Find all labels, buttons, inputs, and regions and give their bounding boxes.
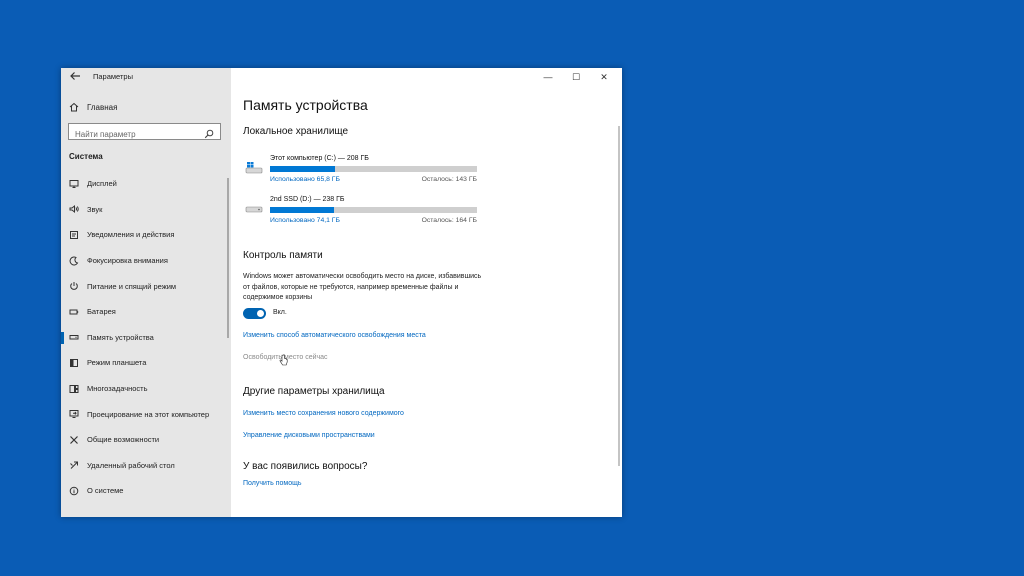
drive-used-label: Использовано 65,8 ГБ [270, 176, 340, 183]
back-arrow-icon[interactable] [69, 70, 83, 84]
drive-usage-bar [270, 207, 477, 213]
sidebar-item-label: Звук [87, 204, 103, 214]
sidebar-item-projecting[interactable]: Проецирование на этот компьютер [61, 401, 231, 427]
sidebar: Параметры Главная Система Дисплей Звук [61, 68, 231, 517]
storage-sense-toggle[interactable] [243, 308, 266, 319]
drive-free-label: Осталось: 143 ГБ [421, 176, 477, 183]
sidebar-item-home[interactable]: Главная [69, 99, 117, 115]
drive-used-label: Использовано 74,1 ГБ [270, 217, 340, 224]
sidebar-item-label: Общие возможности [87, 435, 160, 445]
window-controls: — ☐ ✕ [534, 68, 618, 86]
sound-icon [69, 204, 79, 214]
battery-icon [69, 307, 79, 317]
minimize-button[interactable]: — [534, 68, 562, 86]
section-title-local-storage: Локальное хранилище [243, 126, 349, 137]
home-icon [69, 102, 79, 112]
about-icon [69, 486, 79, 496]
drive-usage-fill [270, 166, 336, 172]
sidebar-item-label: Многозадачность [87, 384, 148, 394]
system-drive-icon [245, 161, 263, 180]
shared-experiences-icon [69, 435, 79, 445]
content-pane: — ☐ ✕ Память устройства Локальное хранил… [231, 68, 622, 517]
sidebar-item-label: Проецирование на этот компьютер [87, 409, 210, 419]
drive-c[interactable]: Этот компьютер (C:) — 208 ГБ Использован… [243, 155, 483, 191]
get-help-link[interactable]: Получить помощь [243, 480, 302, 487]
notifications-icon [69, 230, 79, 240]
sidebar-item-about[interactable]: О системе [61, 478, 231, 504]
maximize-button[interactable]: ☐ [562, 68, 590, 86]
change-cleanup-link[interactable]: Изменить способ автоматического освобожд… [243, 332, 426, 339]
change-save-location-link[interactable]: Изменить место сохранения нового содержи… [243, 410, 404, 417]
storage-sense-description: Windows может автоматически освободить м… [243, 273, 482, 301]
sidebar-item-shared[interactable]: Общие возможности [61, 427, 231, 453]
sidebar-item-power[interactable]: Питание и спящий режим [61, 273, 231, 299]
sidebar-item-label: Питание и спящий режим [87, 281, 177, 291]
remote-desktop-icon [69, 460, 79, 470]
search-icon[interactable] [204, 126, 214, 144]
sidebar-item-remote[interactable]: Удаленный рабочий стол [61, 453, 231, 479]
drive-usage-bar [270, 166, 477, 172]
storage-icon [69, 332, 79, 342]
hand-cursor-icon [279, 353, 288, 371]
page-title: Память устройства [243, 97, 368, 113]
sidebar-item-storage[interactable]: Память устройства [61, 325, 231, 351]
drive-name: Этот компьютер (C:) — 208 ГБ [270, 155, 369, 162]
sidebar-item-label: Дисплей [87, 179, 117, 189]
search-box [68, 123, 221, 142]
display-icon [69, 179, 79, 189]
sidebar-item-tablet[interactable]: Режим планшета [61, 350, 231, 376]
drive-icon [245, 202, 263, 221]
projecting-icon [69, 409, 79, 419]
close-button[interactable]: ✕ [590, 68, 618, 86]
toggle-knob [257, 310, 264, 317]
drive-free-label: Осталось: 164 ГБ [421, 217, 477, 224]
titlebar-left: Параметры [61, 68, 231, 86]
sidebar-item-label: О системе [87, 486, 124, 496]
drive-name: 2nd SSD (D:) — 238 ГБ [270, 196, 345, 203]
drive-usage-fill [270, 207, 335, 213]
content-scrollbar[interactable] [618, 126, 620, 466]
drive-d[interactable]: 2nd SSD (D:) — 238 ГБ Использовано 74,1 … [243, 196, 483, 232]
sidebar-item-battery[interactable]: Батарея [61, 299, 231, 325]
sidebar-item-focus[interactable]: Фокусировка внимания [61, 248, 231, 274]
sidebar-nav: Дисплей Звук Уведомления и действия Фоку… [61, 171, 231, 504]
settings-window: Параметры Главная Система Дисплей Звук [61, 68, 622, 517]
home-label: Главная [87, 102, 118, 112]
power-icon [69, 281, 79, 291]
sidebar-item-label: Память устройства [87, 332, 154, 342]
section-title-storage-sense: Контроль памяти [243, 250, 323, 261]
multitasking-icon [69, 384, 79, 394]
section-title-more-settings: Другие параметры хранилища [243, 386, 385, 397]
sidebar-item-multitasking[interactable]: Многозадачность [61, 376, 231, 402]
sidebar-item-label: Уведомления и действия [87, 230, 175, 240]
section-title-questions: У вас появились вопросы? [243, 461, 368, 472]
group-title: Система [69, 152, 103, 161]
app-title: Параметры [93, 72, 133, 81]
manage-storage-spaces-link[interactable]: Управление дисковыми пространствами [243, 432, 375, 439]
sidebar-item-label: Режим планшета [87, 358, 147, 368]
toggle-label: Вкл. [273, 309, 287, 316]
sidebar-item-sound[interactable]: Звук [61, 197, 231, 223]
sidebar-item-label: Удаленный рабочий стол [87, 460, 175, 470]
focus-assist-icon [69, 256, 79, 266]
sidebar-item-display[interactable]: Дисплей [61, 171, 231, 197]
sidebar-item-label: Батарея [87, 307, 116, 317]
sidebar-scrollbar[interactable] [227, 178, 229, 338]
tablet-icon [69, 358, 79, 368]
sidebar-item-notifications[interactable]: Уведомления и действия [61, 222, 231, 248]
sidebar-item-label: Фокусировка внимания [87, 256, 168, 266]
search-input[interactable] [69, 127, 205, 142]
